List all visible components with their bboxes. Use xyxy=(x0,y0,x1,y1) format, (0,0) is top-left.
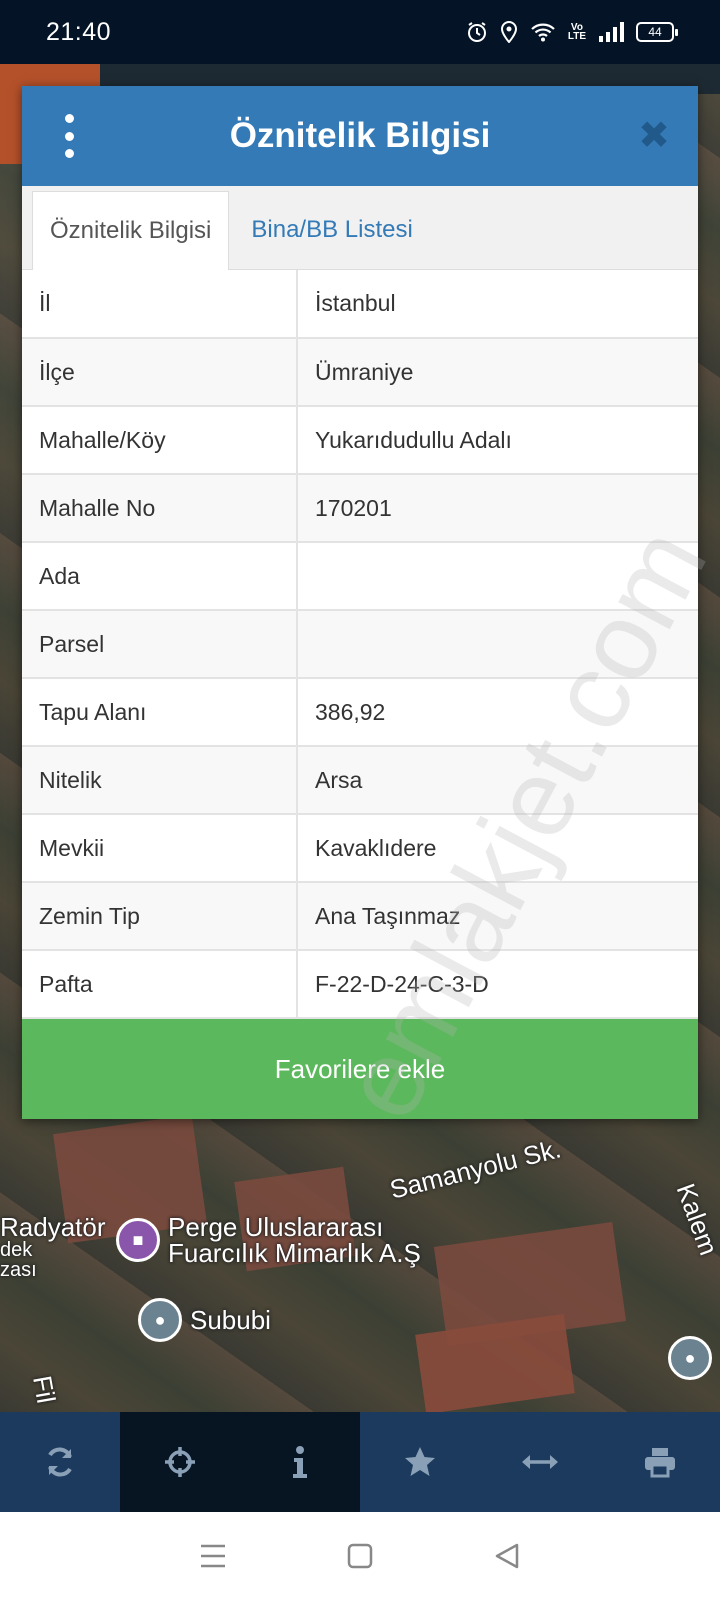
row-value: Yukarıdudullu Adalı xyxy=(297,406,698,475)
row-value: Kavaklıdere xyxy=(297,814,698,883)
battery-icon: 44 xyxy=(636,22,678,42)
table-row: Ada xyxy=(22,542,698,611)
attribute-dialog: Öznitelik Bilgisi ✖ Öznitelik Bilgisi Bi… xyxy=(22,86,698,1119)
poi-label: dek xyxy=(0,1239,33,1261)
row-key: Zemin Tip xyxy=(22,882,298,951)
table-row: Tapu Alanı 386,92 xyxy=(22,678,698,747)
refresh-icon[interactable] xyxy=(0,1412,120,1512)
map-roof xyxy=(415,1313,575,1412)
add-favorite-button[interactable]: Favorilere ekle xyxy=(22,1019,698,1119)
row-key: Parsel xyxy=(22,610,298,679)
table-row: Pafta F-22-D-24-C-3-D xyxy=(22,950,698,1019)
battery-level: 44 xyxy=(648,25,662,39)
volte-icon: Vo LTE xyxy=(567,23,586,42)
more-vertical-icon[interactable] xyxy=(52,114,86,158)
row-value: İstanbul xyxy=(297,270,698,339)
poi-label: zası xyxy=(0,1259,37,1281)
place-icon: ● xyxy=(138,1298,182,1342)
row-key: İl xyxy=(22,270,298,339)
table-row: Mevkii Kavaklıdere xyxy=(22,814,698,883)
bottom-toolbar xyxy=(0,1412,720,1512)
place-icon: ● xyxy=(668,1336,712,1380)
row-key: Mahalle/Köy xyxy=(22,406,298,475)
row-value xyxy=(297,610,698,679)
volte-bottom-label: LTE xyxy=(567,31,586,42)
row-value: F-22-D-24-C-3-D xyxy=(297,950,698,1019)
signal-icon xyxy=(598,22,624,42)
crosshair-icon[interactable] xyxy=(120,1412,240,1512)
street-label: Kalem xyxy=(670,1179,720,1260)
wifi-icon xyxy=(530,22,556,42)
print-icon[interactable] xyxy=(600,1412,720,1512)
tab-building-list[interactable]: Bina/BB Listesi xyxy=(229,191,429,269)
attribute-table: İl İstanbul İlçe Ümraniye Mahalle/Köy Yukar… xyxy=(22,270,698,1019)
table-row: Nitelik Arsa xyxy=(22,746,698,815)
status-time: 21:40 xyxy=(46,17,112,46)
back-nav-icon[interactable] xyxy=(487,1536,527,1576)
poi-label: Sububi xyxy=(190,1305,271,1335)
row-key: Mahalle No xyxy=(22,474,298,543)
status-bar: 21:40 Vo LTE 44 xyxy=(0,0,720,64)
alarm-icon xyxy=(466,21,488,43)
row-key: Ada xyxy=(22,542,298,611)
row-value xyxy=(297,542,698,611)
table-row: Zemin Tip Ana Taşınmaz xyxy=(22,882,698,951)
table-row: İl İstanbul xyxy=(22,270,698,339)
table-row: Parsel xyxy=(22,610,698,679)
row-value: 386,92 xyxy=(297,678,698,747)
row-key: Pafta xyxy=(22,950,298,1019)
dialog-tabs: Öznitelik Bilgisi Bina/BB Listesi xyxy=(22,186,698,270)
row-key: Nitelik xyxy=(22,746,298,815)
close-icon[interactable]: ✖ xyxy=(634,116,674,156)
menu-nav-icon[interactable] xyxy=(193,1536,233,1576)
row-value: Arsa xyxy=(297,746,698,815)
poi-right[interactable]: ● xyxy=(668,1336,712,1380)
table-row: Mahalle No 170201 xyxy=(22,474,698,543)
status-icons: Vo LTE 44 xyxy=(466,21,678,43)
row-key: Mevkii xyxy=(22,814,298,883)
tab-attribute-info[interactable]: Öznitelik Bilgisi xyxy=(32,191,230,270)
dialog-title: Öznitelik Bilgisi xyxy=(229,116,491,155)
system-navbar xyxy=(0,1512,720,1600)
home-nav-icon[interactable] xyxy=(340,1536,380,1576)
info-icon[interactable] xyxy=(240,1412,360,1512)
row-value: Ümraniye xyxy=(297,338,698,407)
dialog-header: Öznitelik Bilgisi ✖ xyxy=(22,86,698,186)
poi-label: Fuarcılık Mimarlık A.Ş xyxy=(168,1238,421,1268)
star-icon[interactable] xyxy=(360,1412,480,1512)
street-label: Samanyolu Sk. xyxy=(386,1133,564,1205)
row-key: Tapu Alanı xyxy=(22,678,298,747)
location-icon xyxy=(500,21,518,43)
poi-label: Radyatör xyxy=(0,1212,106,1242)
table-row: İlçe Ümraniye xyxy=(22,338,698,407)
row-value: 170201 xyxy=(297,474,698,543)
poi-perge[interactable]: ■ Perge Uluslararası Fuarcılık Mimarlık … xyxy=(116,1214,421,1266)
row-key: İlçe xyxy=(22,338,298,407)
street-label: Fil xyxy=(27,1373,62,1406)
measure-icon[interactable] xyxy=(480,1412,600,1512)
poi-label: Perge Uluslararası xyxy=(168,1212,384,1242)
poi-radyator[interactable]: Radyatör dek zası xyxy=(0,1214,106,1280)
row-value: Ana Taşınmaz xyxy=(297,882,698,951)
table-row: Mahalle/Köy Yukarıdudullu Adalı xyxy=(22,406,698,475)
shop-icon: ■ xyxy=(116,1218,160,1262)
poi-sububi[interactable]: ● Sububi xyxy=(138,1298,271,1342)
